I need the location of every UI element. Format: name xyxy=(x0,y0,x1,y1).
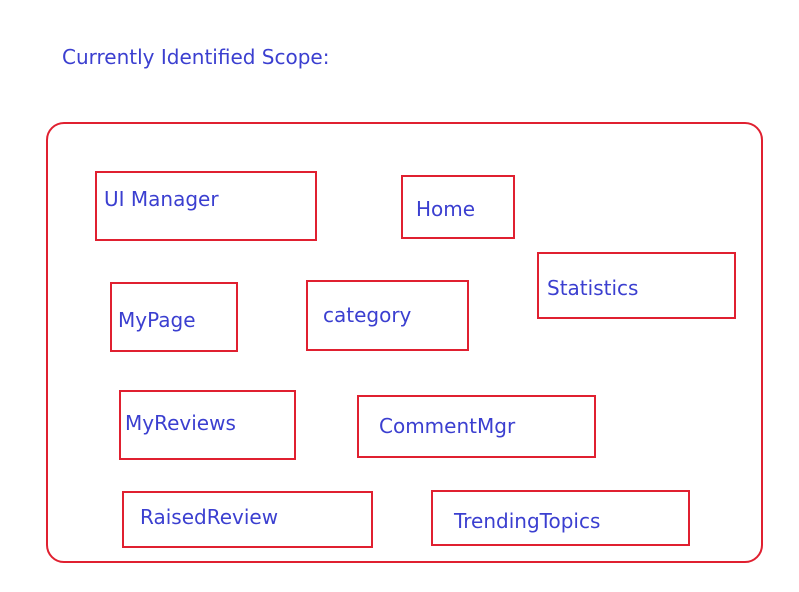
module-raisedreview-label: RaisedReview xyxy=(140,505,279,529)
module-home-label: Home xyxy=(416,197,476,221)
module-mypage-label: MyPage xyxy=(118,308,196,332)
scope-heading: Currently Identified Scope: xyxy=(62,45,330,69)
module-statistics-label: Statistics xyxy=(547,276,639,300)
module-myreviews-label: MyReviews xyxy=(125,411,236,435)
module-ui-manager-label: UI Manager xyxy=(104,187,219,211)
module-commentmgr-label: CommentMgr xyxy=(379,414,516,438)
module-category-label: category xyxy=(323,303,412,327)
module-trendingtopics-label: TrendingTopics xyxy=(454,509,601,533)
